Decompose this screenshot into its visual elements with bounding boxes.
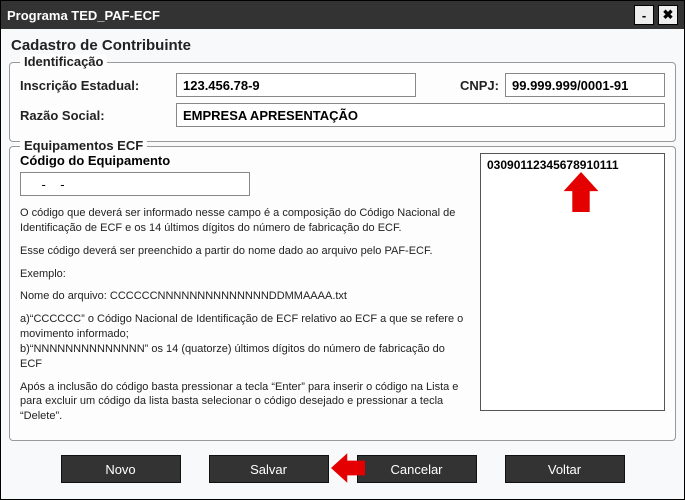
button-row: Novo Salvar Cancelar Voltar xyxy=(1,445,684,489)
minimize-button[interactable]: - xyxy=(634,5,654,25)
callout-arrow-icon xyxy=(561,172,601,212)
cancelar-button[interactable]: Cancelar xyxy=(357,455,477,483)
codigo-equipamento-label: Código do Equipamento xyxy=(20,153,468,168)
equipamentos-listbox[interactable]: 03090112345678910111 xyxy=(480,153,665,411)
equip-left-pane: Código do Equipamento O código que dever… xyxy=(20,153,468,432)
equipamentos-section: Equipamentos ECF Código do Equipamento O… xyxy=(9,146,676,441)
help-line: Nome do arquivo: CCCCCCNNNNNNNNNNNNNNDDM… xyxy=(20,289,468,304)
cnpj-input[interactable] xyxy=(505,73,665,97)
help-text: O código que deverá ser informado nesse … xyxy=(20,206,468,424)
codigo-equipamento-input[interactable] xyxy=(20,172,250,196)
equipamentos-legend: Equipamentos ECF xyxy=(20,138,147,153)
razao-social-label: Razão Social: xyxy=(20,108,170,123)
titlebar: Programa TED_PAF-ECF - ✖ xyxy=(1,1,684,29)
identificacao-section: Identificação Inscrição Estadual: CNPJ: … xyxy=(9,62,676,142)
app-window: Programa TED_PAF-ECF - ✖ Cadastro de Con… xyxy=(0,0,685,500)
help-line: a)“CCCCCC” o Código Nacional de Identifi… xyxy=(20,312,468,371)
voltar-button[interactable]: Voltar xyxy=(505,455,625,483)
help-line: Esse código deverá ser preenchido a part… xyxy=(20,244,468,259)
inscricao-estadual-input[interactable] xyxy=(176,73,416,97)
inscricao-label: Inscrição Estadual: xyxy=(20,78,170,93)
cnpj-label: CNPJ: xyxy=(460,78,499,93)
salvar-button[interactable]: Salvar xyxy=(209,455,329,483)
help-line: Exemplo: xyxy=(20,267,468,282)
novo-button[interactable]: Novo xyxy=(61,455,181,483)
window-title: Programa TED_PAF-ECF xyxy=(7,8,630,23)
help-line: Após a inclusão do código basta pression… xyxy=(20,380,468,425)
equip-right-pane: 03090112345678910111 xyxy=(480,153,665,432)
list-item[interactable]: 03090112345678910111 xyxy=(487,158,658,172)
help-line: O código que deverá ser informado nesse … xyxy=(20,206,468,236)
razao-social-input[interactable] xyxy=(176,103,665,127)
close-button[interactable]: ✖ xyxy=(658,5,678,25)
identificacao-legend: Identificação xyxy=(20,54,107,69)
